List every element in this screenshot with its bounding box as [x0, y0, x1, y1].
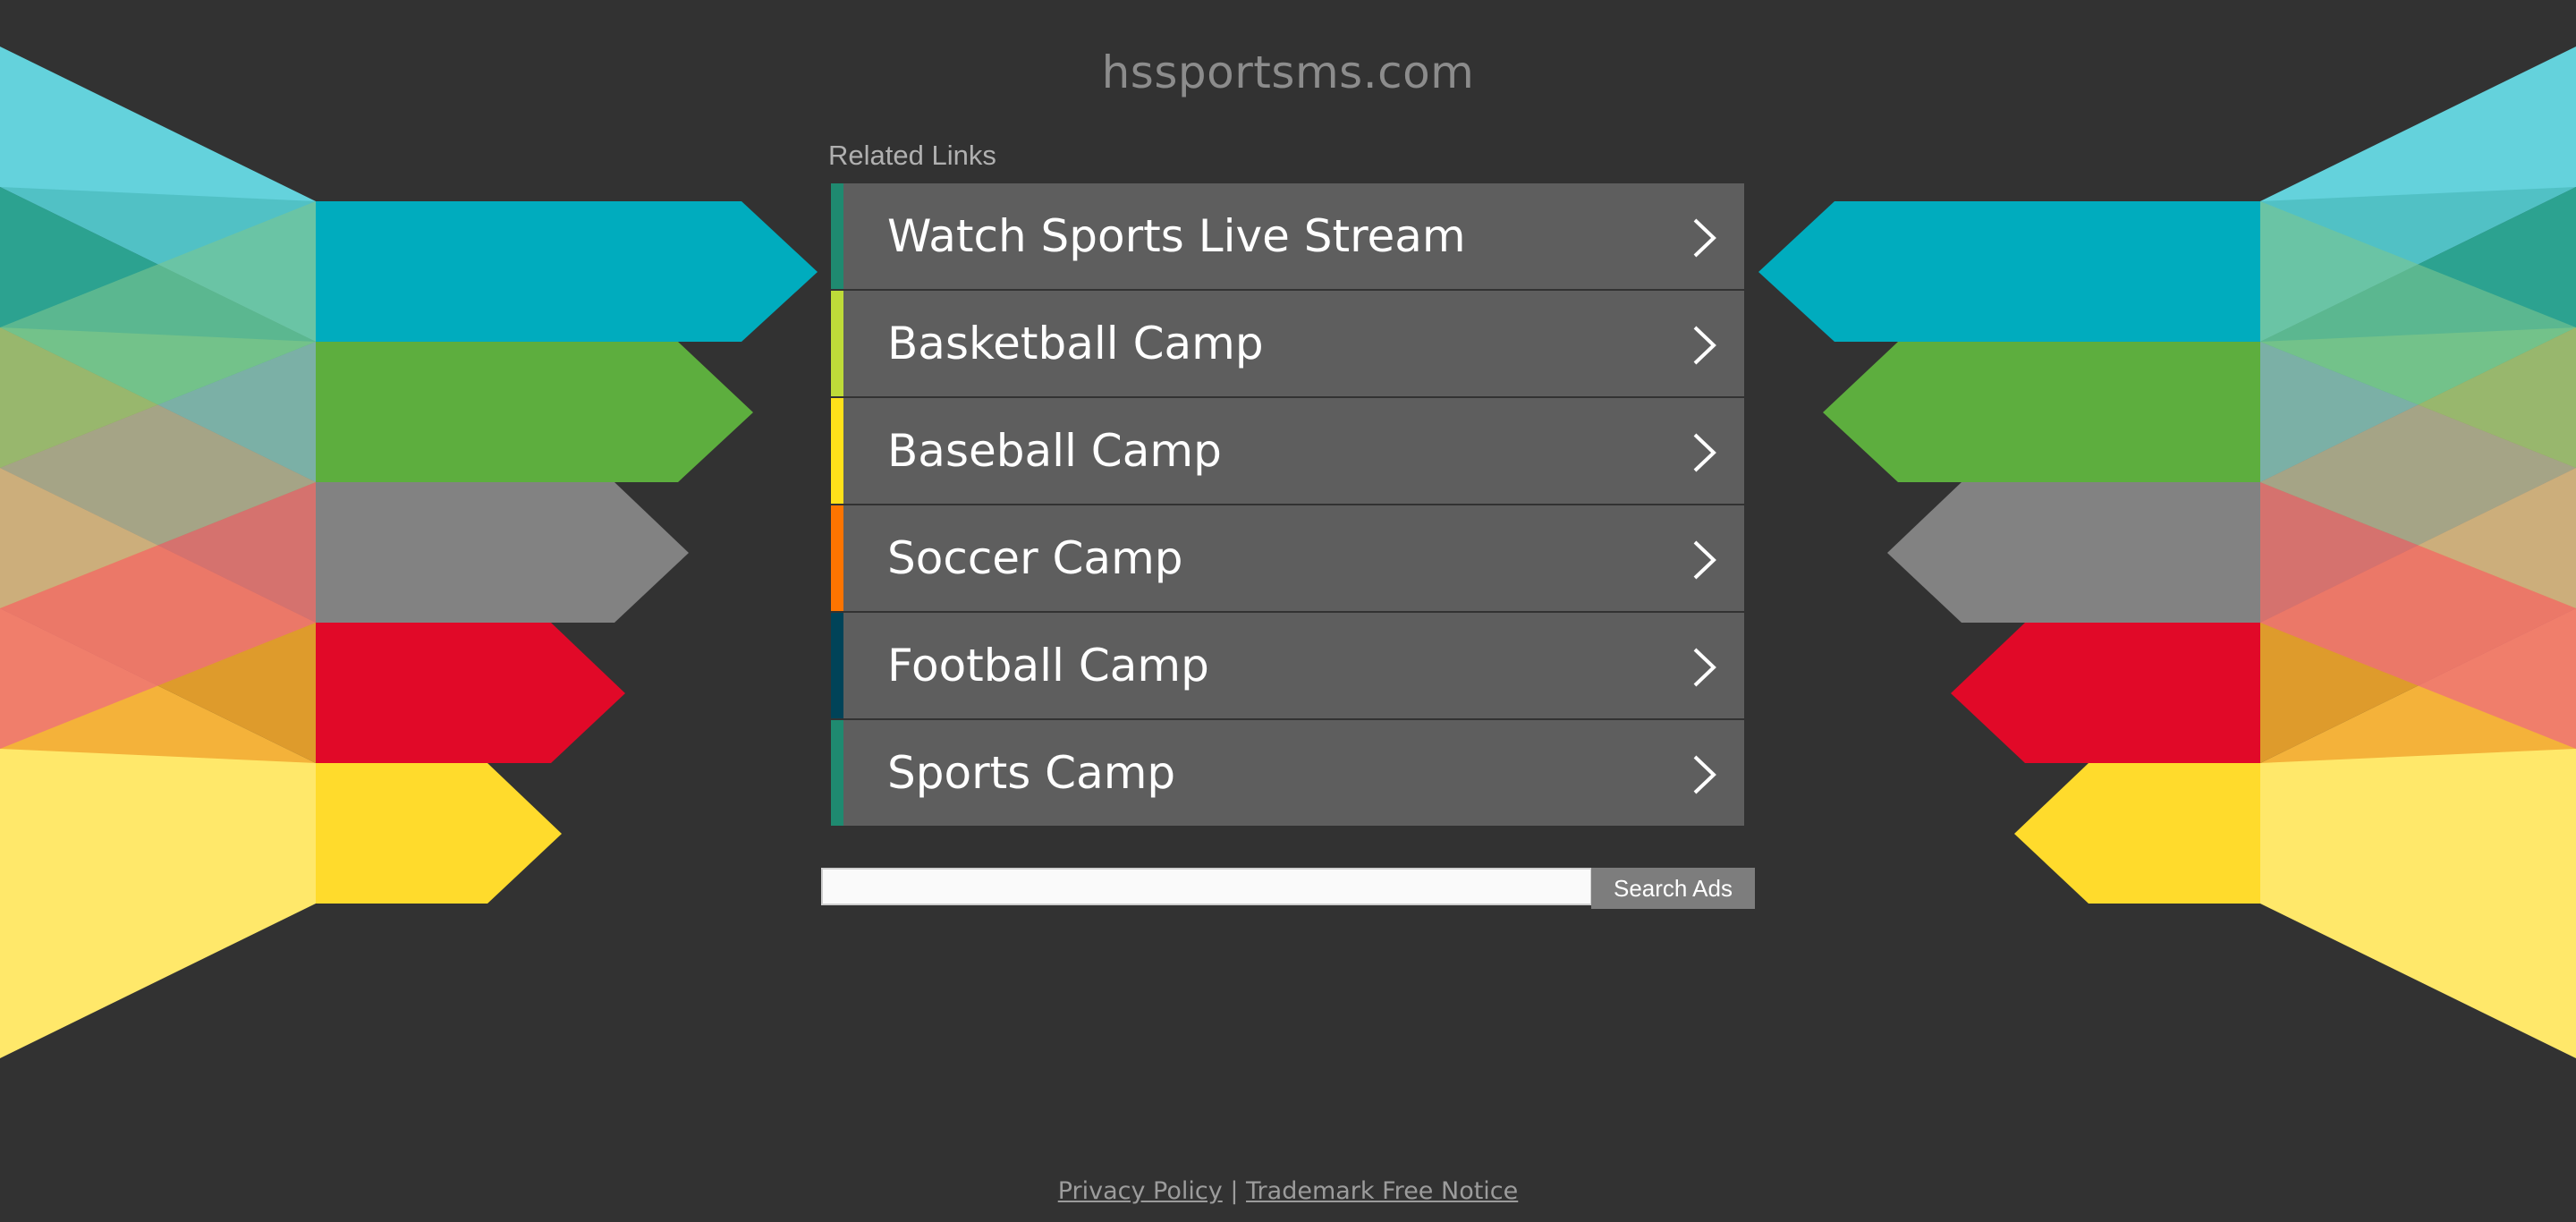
- right-diagonal-stripes: [2260, 47, 2576, 1058]
- chevron-right-icon: [1693, 218, 1716, 258]
- link-label: Sports Camp: [887, 747, 1176, 799]
- search-input[interactable]: [821, 868, 1592, 905]
- left-arrows: [316, 201, 818, 904]
- left-diagonal-stripes: [0, 47, 316, 1058]
- footer-links: Privacy Policy | Trademark Free Notice: [0, 1177, 2576, 1205]
- site-domain-title: hssportsms.com: [1101, 47, 1475, 98]
- chevron-right-icon: [1693, 326, 1716, 365]
- related-links-heading: Related Links: [828, 140, 996, 171]
- related-link-item[interactable]: Sports Camp: [831, 720, 1744, 826]
- link-label: Soccer Camp: [887, 532, 1183, 584]
- chevron-right-icon: [1693, 755, 1716, 794]
- link-accent-bar: [831, 505, 843, 611]
- link-label: Basketball Camp: [887, 318, 1264, 369]
- related-link-item[interactable]: Baseball Camp: [831, 398, 1744, 504]
- trademark-notice-link[interactable]: Trademark Free Notice: [1246, 1177, 1518, 1205]
- chevron-right-icon: [1693, 433, 1716, 472]
- link-accent-bar: [831, 291, 843, 396]
- right-arrows: [1758, 201, 2260, 904]
- search-ads-button[interactable]: Search Ads: [1591, 868, 1755, 909]
- related-link-item[interactable]: Basketball Camp: [831, 291, 1744, 396]
- related-links-list: Watch Sports Live Stream Basketball Camp…: [831, 183, 1744, 827]
- link-label: Watch Sports Live Stream: [887, 210, 1466, 262]
- chevron-right-icon: [1693, 648, 1716, 687]
- link-label: Baseball Camp: [887, 425, 1222, 477]
- privacy-policy-link[interactable]: Privacy Policy: [1058, 1177, 1223, 1205]
- link-accent-bar: [831, 720, 843, 826]
- link-accent-bar: [831, 613, 843, 718]
- link-label: Football Camp: [887, 640, 1209, 692]
- chevron-right-icon: [1693, 540, 1716, 580]
- link-accent-bar: [831, 398, 843, 504]
- related-link-item[interactable]: Football Camp: [831, 613, 1744, 718]
- related-link-item[interactable]: Soccer Camp: [831, 505, 1744, 611]
- link-accent-bar: [831, 183, 843, 289]
- footer-separator: |: [1230, 1177, 1239, 1205]
- related-link-item[interactable]: Watch Sports Live Stream: [831, 183, 1744, 289]
